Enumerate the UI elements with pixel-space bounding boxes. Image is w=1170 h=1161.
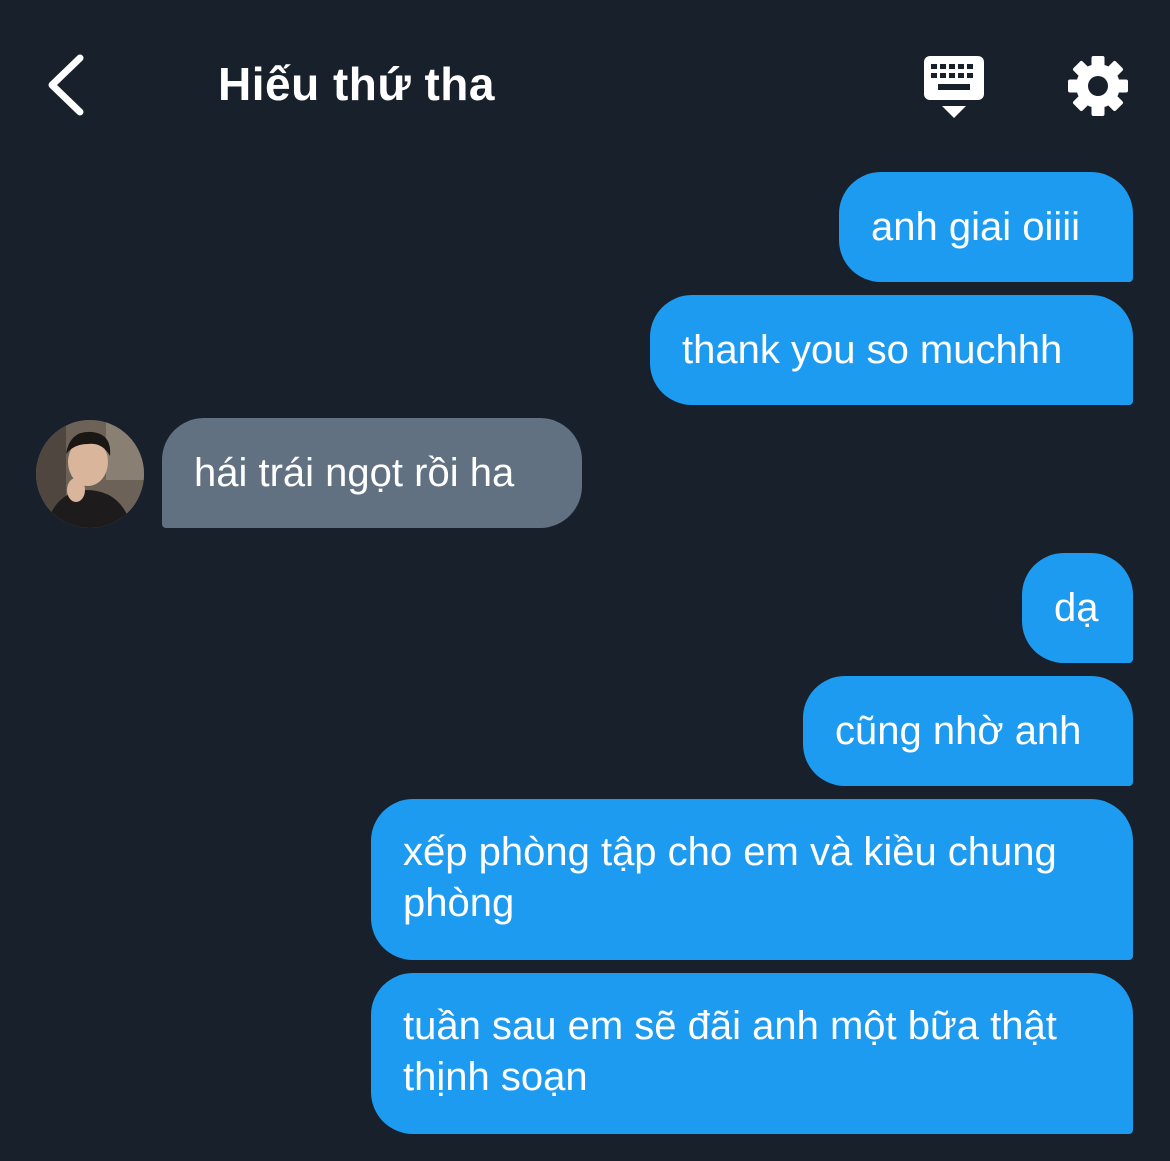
message-text: xếp phòng tập cho em và kiều chung phòng	[403, 830, 1057, 925]
message-text: cũng nhờ anh	[835, 708, 1082, 753]
message-text: hái trái ngọt rồi ha	[194, 450, 515, 495]
outgoing-message[interactable]: xếp phòng tập cho em và kiều chung phòng	[371, 799, 1133, 960]
conversation-title: Hiếu thứ tha	[218, 58, 495, 110]
chevron-left-icon	[48, 54, 84, 116]
message-text: thank you so muchhh	[682, 327, 1063, 372]
keyboard-icon	[924, 56, 984, 118]
outgoing-message[interactable]: anh giai oiiii	[839, 172, 1133, 282]
chat-header: Hiếu thứ tha	[0, 0, 1170, 170]
back-button[interactable]	[40, 50, 96, 120]
gear-icon	[1068, 56, 1128, 116]
message-text: dạ	[1054, 585, 1099, 630]
message-text: anh giai oiiii	[871, 204, 1081, 249]
message-text: tuần sau em sẽ đãi anh một bữa thật thịn…	[403, 1004, 1057, 1099]
contact-avatar[interactable]	[36, 420, 144, 528]
settings-button[interactable]	[1064, 52, 1132, 120]
avatar-photo	[36, 420, 144, 528]
incoming-message[interactable]: hái trái ngọt rồi ha	[162, 418, 582, 528]
keyboard-toggle-button[interactable]	[918, 52, 990, 120]
outgoing-message[interactable]: dạ	[1022, 553, 1133, 663]
outgoing-message[interactable]: thank you so muchhh	[650, 295, 1133, 405]
outgoing-message[interactable]: tuần sau em sẽ đãi anh một bữa thật thịn…	[371, 973, 1133, 1134]
outgoing-message[interactable]: cũng nhờ anh	[803, 676, 1133, 786]
